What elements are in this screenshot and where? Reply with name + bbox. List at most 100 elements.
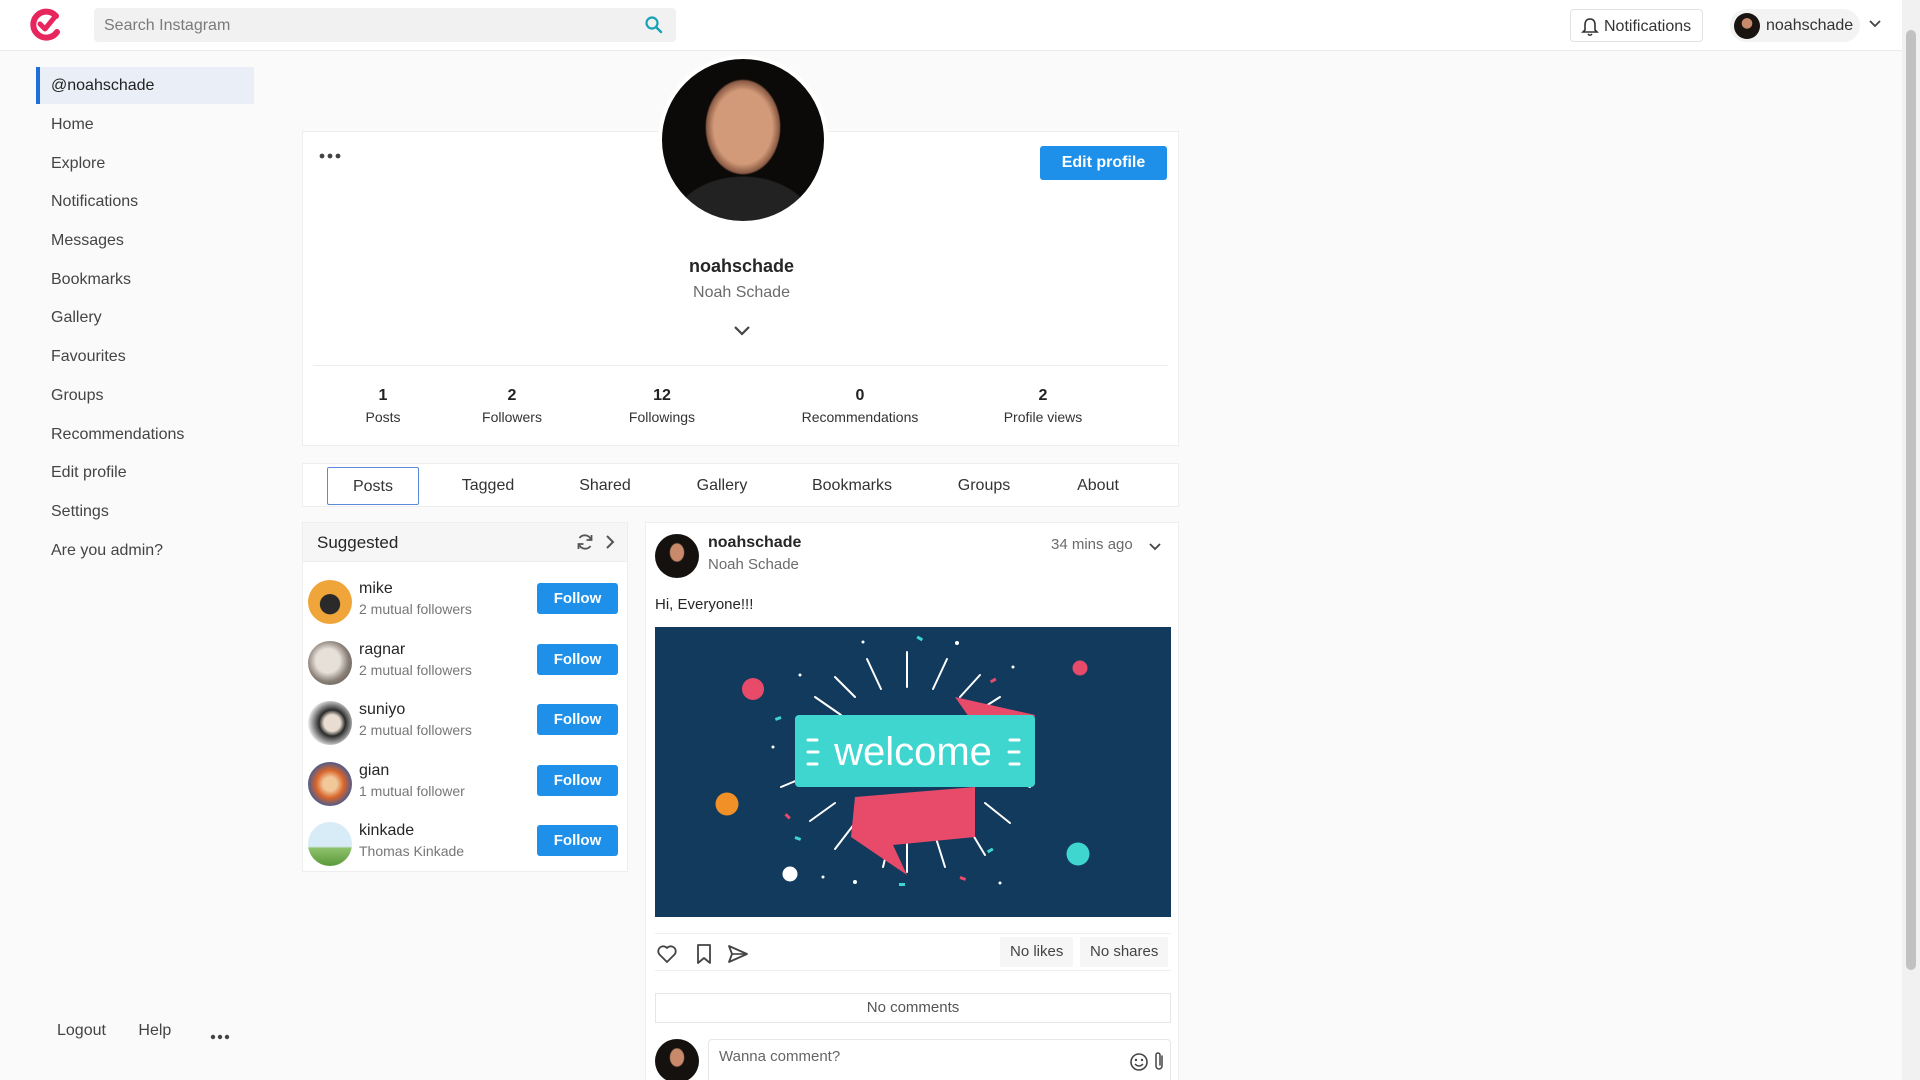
stat-recommendations[interactable]: 0 Recommendations [790,387,930,425]
suggested-user-sub: Thomas Kinkade [359,843,465,859]
profile-full-name: Noah Schade [693,284,790,301]
stat-label: Followers [482,409,542,425]
emoji-icon[interactable] [1129,1052,1149,1072]
avatar[interactable] [655,534,699,578]
avatar[interactable] [308,762,352,806]
chevron-down-icon[interactable] [1868,17,1882,31]
avatar[interactable] [308,580,352,624]
top-bar: Search Instagram Notifications noahschad… [0,0,1902,51]
sidebar-item-gallery[interactable]: Gallery [36,299,254,338]
app-logo-icon[interactable] [26,6,64,44]
stat-label: Followings [628,409,696,425]
sidebar-item-edit-profile[interactable]: Edit profile [36,454,254,493]
tab-bookmarks[interactable]: Bookmarks [797,467,907,505]
tab-shared[interactable]: Shared [560,467,650,505]
stat-value: 2 [1038,387,1048,404]
profile-tabs: Posts Tagged Shared Gallery Bookmarks Gr… [302,463,1179,507]
edit-profile-button[interactable]: Edit profile [1040,146,1167,180]
suggested-user-name[interactable]: kinkade [359,822,414,840]
user-menu-label: noahschade [1766,17,1854,34]
page-scrollbar[interactable] [1902,0,1920,1080]
suggested-user-name[interactable]: suniyo [359,701,405,719]
sidebar-item-admin[interactable]: Are you admin? [36,532,254,571]
profile-avatar[interactable] [658,55,828,225]
search-input[interactable]: Search Instagram [94,8,676,42]
avatar[interactable] [308,701,352,745]
bell-icon [1581,18,1599,37]
likes-count[interactable]: No likes [1000,937,1074,967]
sidebar-item-groups[interactable]: Groups [36,377,254,416]
suggested-user-sub: 2 mutual followers [359,662,472,678]
chevron-down-icon[interactable] [733,325,751,337]
stat-label: Recommendations [801,409,919,425]
tab-posts[interactable]: Posts [327,467,419,505]
follow-button[interactable]: Follow [537,765,618,796]
notifications-label: Notifications [1604,18,1692,35]
sidebar-item-explore[interactable]: Explore [36,145,254,184]
chevron-down-icon[interactable] [1148,541,1162,553]
sidebar-item-messages[interactable]: Messages [36,222,254,261]
welcome-illustration: welcome [715,635,1090,886]
heart-icon[interactable] [656,943,678,965]
comment-input[interactable]: Wanna comment? [708,1039,1171,1080]
stat-label: Posts [365,409,401,425]
stat-followers[interactable]: 2 Followers [467,387,557,425]
stat-profile-views[interactable]: 2 Profile views [988,387,1098,425]
paperclip-icon[interactable] [1152,1050,1166,1072]
refresh-icon[interactable] [575,532,595,552]
follow-button[interactable]: Follow [537,825,618,856]
avatar[interactable] [308,641,352,685]
sidebar-nav: @noahschade Home Explore Notifications M… [36,67,254,570]
sidebar-item-recommendations[interactable]: Recommendations [36,416,254,455]
more-options-icon[interactable] [319,152,341,160]
tab-gallery[interactable]: Gallery [677,467,767,505]
sidebar-item-notifications[interactable]: Notifications [36,183,254,222]
bookmark-icon[interactable] [693,943,715,965]
suggested-user-row: mike 2 mutual followers Follow [303,575,627,635]
suggested-title: Suggested [317,533,399,552]
sidebar-item-home[interactable]: Home [36,106,254,145]
stat-posts[interactable]: 1 Posts [343,387,423,425]
sidebar-item-settings[interactable]: Settings [36,493,254,532]
suggested-user-row: suniyo 2 mutual followers Follow [303,696,627,756]
shares-count[interactable]: No shares [1080,937,1169,967]
post-image[interactable]: welcome [655,627,1171,917]
stat-followings[interactable]: 12 Followings [612,387,712,425]
post-username[interactable]: noahschade [708,534,801,552]
follow-button[interactable]: Follow [537,644,618,675]
suggested-user-name[interactable]: mike [359,580,393,598]
suggested-user-row: kinkade Thomas Kinkade Follow [303,817,627,877]
help-link[interactable]: Help [138,1022,171,1039]
more-icon[interactable] [210,1034,230,1040]
tab-groups[interactable]: Groups [939,467,1029,505]
post-actions-bar: No likes No shares [655,933,1171,971]
logout-link[interactable]: Logout [57,1022,106,1039]
follow-button[interactable]: Follow [537,704,618,735]
suggested-header: Suggested [303,523,627,562]
follow-button[interactable]: Follow [537,583,618,614]
suggested-user-sub: 1 mutual follower [359,783,465,799]
send-icon[interactable] [727,943,749,965]
welcome-text: welcome [833,730,992,774]
user-menu-button[interactable]: noahschade [1730,9,1860,42]
stat-value: 12 [653,387,671,404]
tab-tagged[interactable]: Tagged [443,467,533,505]
chevron-right-icon[interactable] [603,534,617,550]
sidebar-item-profile[interactable]: @noahschade [36,67,254,104]
comments-summary[interactable]: No comments [655,993,1171,1023]
avatar [1734,13,1760,39]
comment-placeholder: Wanna comment? [719,1048,841,1065]
divider [313,365,1168,366]
suggested-user-name[interactable]: ragnar [359,641,405,659]
sidebar-item-bookmarks[interactable]: Bookmarks [36,261,254,300]
sidebar-item-favourites[interactable]: Favourites [36,338,254,377]
scrollbar-thumb[interactable] [1906,30,1916,970]
suggested-user-name[interactable]: gian [359,762,389,780]
avatar [655,1039,699,1080]
stat-value: 1 [378,387,388,404]
search-icon[interactable] [644,15,664,35]
tab-about[interactable]: About [1053,467,1143,505]
profile-username: noahschade [688,256,795,276]
notifications-button[interactable]: Notifications [1570,9,1703,42]
avatar[interactable] [308,822,352,866]
